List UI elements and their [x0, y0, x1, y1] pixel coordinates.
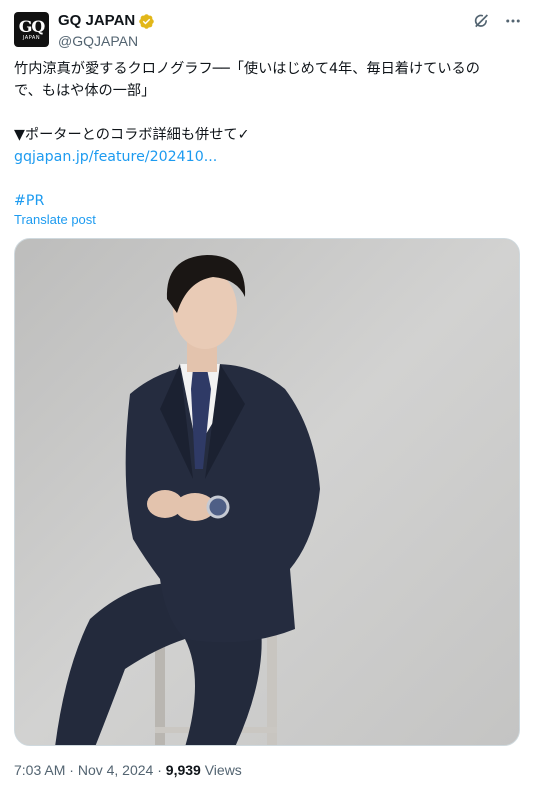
more-icon[interactable]: [504, 12, 522, 30]
tweet-footer: 7:03 AM · Nov 4, 2024 · 9,939 Views: [14, 762, 242, 778]
avatar-logo-text: GQ: [18, 16, 46, 36]
translate-post-link[interactable]: Translate post: [14, 212, 96, 227]
separator: ·: [157, 762, 162, 778]
avatar-logo-subtext: JAPAN: [22, 34, 41, 41]
views-count: 9,939: [165, 762, 201, 778]
tweet-text-line: で、もはや体の一部」: [14, 83, 156, 99]
grok-icon[interactable]: [472, 12, 490, 30]
avatar[interactable]: GQ JAPAN: [14, 12, 49, 47]
tweet-header: GQ JAPAN GQ JAPAN @GQJAPAN: [14, 12, 522, 50]
tweet-text: 竹内涼真が愛するクロノグラフ──「使いはじめて4年、毎日着けているの で、もはや…: [14, 58, 522, 212]
tweet-link[interactable]: gqjapan.jp/feature/202410...: [14, 146, 522, 168]
handle[interactable]: @GQJAPAN: [58, 32, 155, 50]
hashtag-link[interactable]: #PR: [14, 190, 522, 212]
separator: ·: [69, 762, 74, 778]
verified-badge-icon[interactable]: [138, 13, 155, 30]
tweet-text-line: 竹内涼真が愛するクロノグラフ──「使いはじめて4年、毎日着けているの: [14, 61, 480, 77]
photo-man-in-suit: [15, 239, 519, 745]
tweet-time[interactable]: 7:03 AM: [14, 762, 65, 778]
display-name[interactable]: GQ JAPAN: [58, 12, 135, 30]
author-info: GQ JAPAN @GQJAPAN: [58, 12, 155, 50]
tweet-photo[interactable]: [14, 238, 520, 746]
display-name-row[interactable]: GQ JAPAN: [58, 12, 155, 30]
tweet-date[interactable]: Nov 4, 2024: [78, 762, 154, 778]
tweet-text-line: ▼ポーターとのコラボ詳細も併せて✓: [14, 127, 250, 143]
header-actions: [472, 12, 522, 30]
views-label: Views: [204, 762, 242, 778]
